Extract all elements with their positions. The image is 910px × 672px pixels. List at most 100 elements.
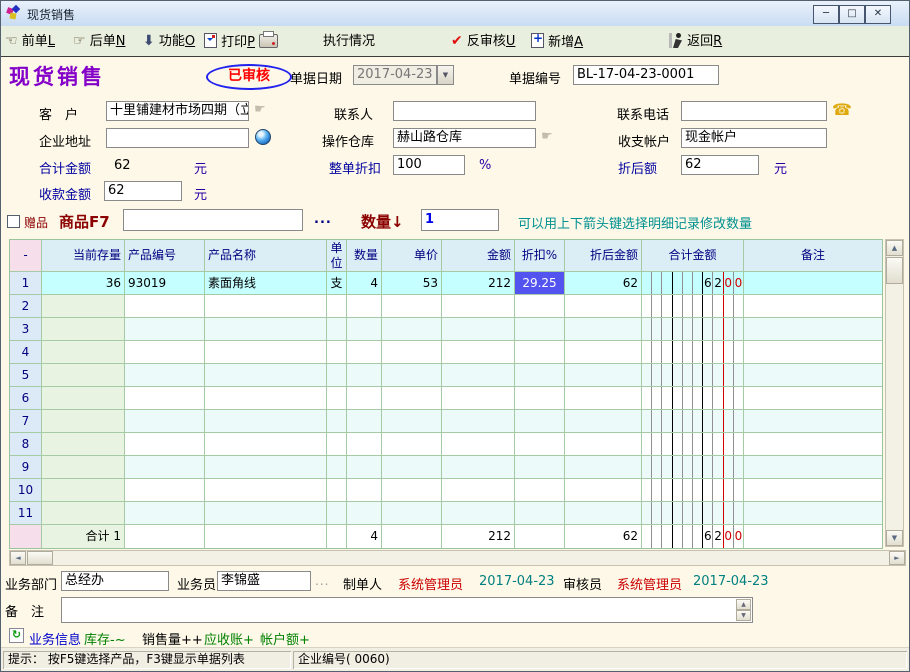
cell-note[interactable] — [744, 479, 882, 502]
cell-unit[interactable]: 支 — [327, 272, 347, 295]
cell-discounted[interactable] — [565, 456, 642, 479]
cell-stock[interactable]: 36 — [42, 272, 125, 295]
close-button[interactable]: ✕ — [865, 5, 891, 24]
cell-discount[interactable] — [515, 341, 565, 364]
cell-name[interactable] — [205, 410, 327, 433]
cell-grid[interactable] — [642, 410, 744, 433]
cell-num[interactable]: 2 — [10, 295, 42, 318]
cell-discounted[interactable] — [565, 318, 642, 341]
cell-code[interactable] — [125, 318, 205, 341]
cell-code[interactable] — [125, 410, 205, 433]
cell-amount[interactable] — [442, 456, 515, 479]
cell-price[interactable] — [382, 433, 442, 456]
minimize-button[interactable]: ─ — [813, 5, 839, 24]
cell-discounted[interactable] — [565, 341, 642, 364]
execution-status-label[interactable]: 执行情况 — [323, 33, 375, 51]
cell-num[interactable]: 7 — [10, 410, 42, 433]
cell-num[interactable]: 5 — [10, 364, 42, 387]
cell-name[interactable] — [205, 502, 327, 525]
cell-amount[interactable] — [442, 433, 515, 456]
return-button[interactable]: 返回R — [669, 33, 722, 51]
cell-stock[interactable] — [42, 364, 125, 387]
contact-field[interactable] — [393, 101, 536, 121]
cell-unit[interactable] — [327, 502, 347, 525]
cell-discount[interactable] — [515, 295, 565, 318]
cell-note[interactable] — [744, 295, 882, 318]
cell-code[interactable] — [125, 341, 205, 364]
cell-grid[interactable] — [642, 456, 744, 479]
cell-discount[interactable] — [515, 456, 565, 479]
spin-down-icon[interactable]: ▼ — [736, 610, 751, 621]
functions-button[interactable]: ⬇ 功能O — [143, 33, 195, 51]
cell-unit[interactable] — [327, 433, 347, 456]
salesman-more-button[interactable]: ... — [315, 574, 329, 588]
cell-amount[interactable]: 212 — [442, 272, 515, 295]
remark-spinner[interactable]: ▲ ▼ — [736, 599, 751, 621]
cell-num[interactable]: 6 — [10, 387, 42, 410]
cell-name[interactable] — [205, 295, 327, 318]
phone-field[interactable] — [681, 101, 827, 121]
product-more-button[interactable]: ... — [314, 212, 332, 227]
cell-qty[interactable]: 4 — [347, 272, 382, 295]
receivable-link[interactable]: 应收账+ — [204, 629, 254, 648]
cell-unit[interactable] — [327, 479, 347, 502]
hscroll-thumb[interactable] — [27, 551, 53, 565]
cell-name[interactable]: 素面角线 — [205, 272, 327, 295]
product-field[interactable] — [123, 209, 303, 231]
table-hscrollbar[interactable]: ◄ ► — [9, 550, 906, 566]
sales-volume-link[interactable]: 销售量++ — [142, 629, 203, 648]
cell-name[interactable] — [205, 479, 327, 502]
business-info-link[interactable]: 业务信息 — [29, 629, 81, 648]
discounted-amount-field[interactable]: 62 — [681, 155, 759, 175]
cell-discounted[interactable] — [565, 364, 642, 387]
cell-note[interactable] — [744, 318, 882, 341]
stock-link[interactable]: 库存-~ — [84, 629, 126, 648]
cell-grid[interactable] — [642, 364, 744, 387]
cell-amount[interactable] — [442, 364, 515, 387]
cell-amount[interactable] — [442, 295, 515, 318]
cell-discounted[interactable] — [565, 410, 642, 433]
cell-amount[interactable] — [442, 502, 515, 525]
cell-amount[interactable] — [442, 318, 515, 341]
cell-note[interactable] — [744, 364, 882, 387]
cell-price[interactable] — [382, 295, 442, 318]
cell-num[interactable]: 10 — [10, 479, 42, 502]
prev-order-button[interactable]: ☜ 前单L — [5, 33, 55, 51]
cell-qty[interactable] — [347, 387, 382, 410]
cell-qty[interactable] — [347, 341, 382, 364]
cell-unit[interactable] — [327, 410, 347, 433]
customer-picker-hand-icon[interactable]: ☛ — [254, 102, 266, 117]
cell-discount[interactable] — [515, 318, 565, 341]
scroll-right-button[interactable]: ► — [889, 551, 905, 565]
cell-qty[interactable] — [347, 410, 382, 433]
print-button[interactable]: 打印P — [204, 33, 278, 51]
cell-stock[interactable] — [42, 295, 125, 318]
cell-stock[interactable] — [42, 410, 125, 433]
cell-amount[interactable] — [442, 410, 515, 433]
cell-discount[interactable] — [515, 410, 565, 433]
cell-note[interactable] — [744, 387, 882, 410]
cell-stock[interactable] — [42, 433, 125, 456]
cell-num[interactable]: 4 — [10, 341, 42, 364]
cell-amount[interactable] — [442, 341, 515, 364]
cell-name[interactable] — [205, 318, 327, 341]
cell-qty[interactable] — [347, 502, 382, 525]
cell-unit[interactable] — [327, 341, 347, 364]
cell-grid[interactable]: 6200 — [642, 272, 744, 295]
cell-note[interactable] — [744, 456, 882, 479]
cell-discount[interactable]: 29.25 — [515, 272, 565, 295]
cell-code[interactable] — [125, 502, 205, 525]
cell-price[interactable]: 53 — [382, 272, 442, 295]
scroll-up-button[interactable]: ▲ — [886, 240, 903, 256]
qty-field[interactable]: 1 — [421, 209, 499, 231]
cell-grid[interactable] — [642, 502, 744, 525]
cell-price[interactable] — [382, 318, 442, 341]
whole-discount-field[interactable]: 100 — [393, 155, 465, 175]
gift-checkbox[interactable] — [7, 215, 20, 228]
cell-stock[interactable] — [42, 456, 125, 479]
cell-qty[interactable] — [347, 295, 382, 318]
cell-code[interactable] — [125, 479, 205, 502]
refresh-icon[interactable]: ↻ — [9, 628, 24, 643]
maximize-button[interactable]: □ — [839, 5, 865, 24]
doc-no-field[interactable]: BL-17-04-23-0001 — [573, 65, 719, 85]
